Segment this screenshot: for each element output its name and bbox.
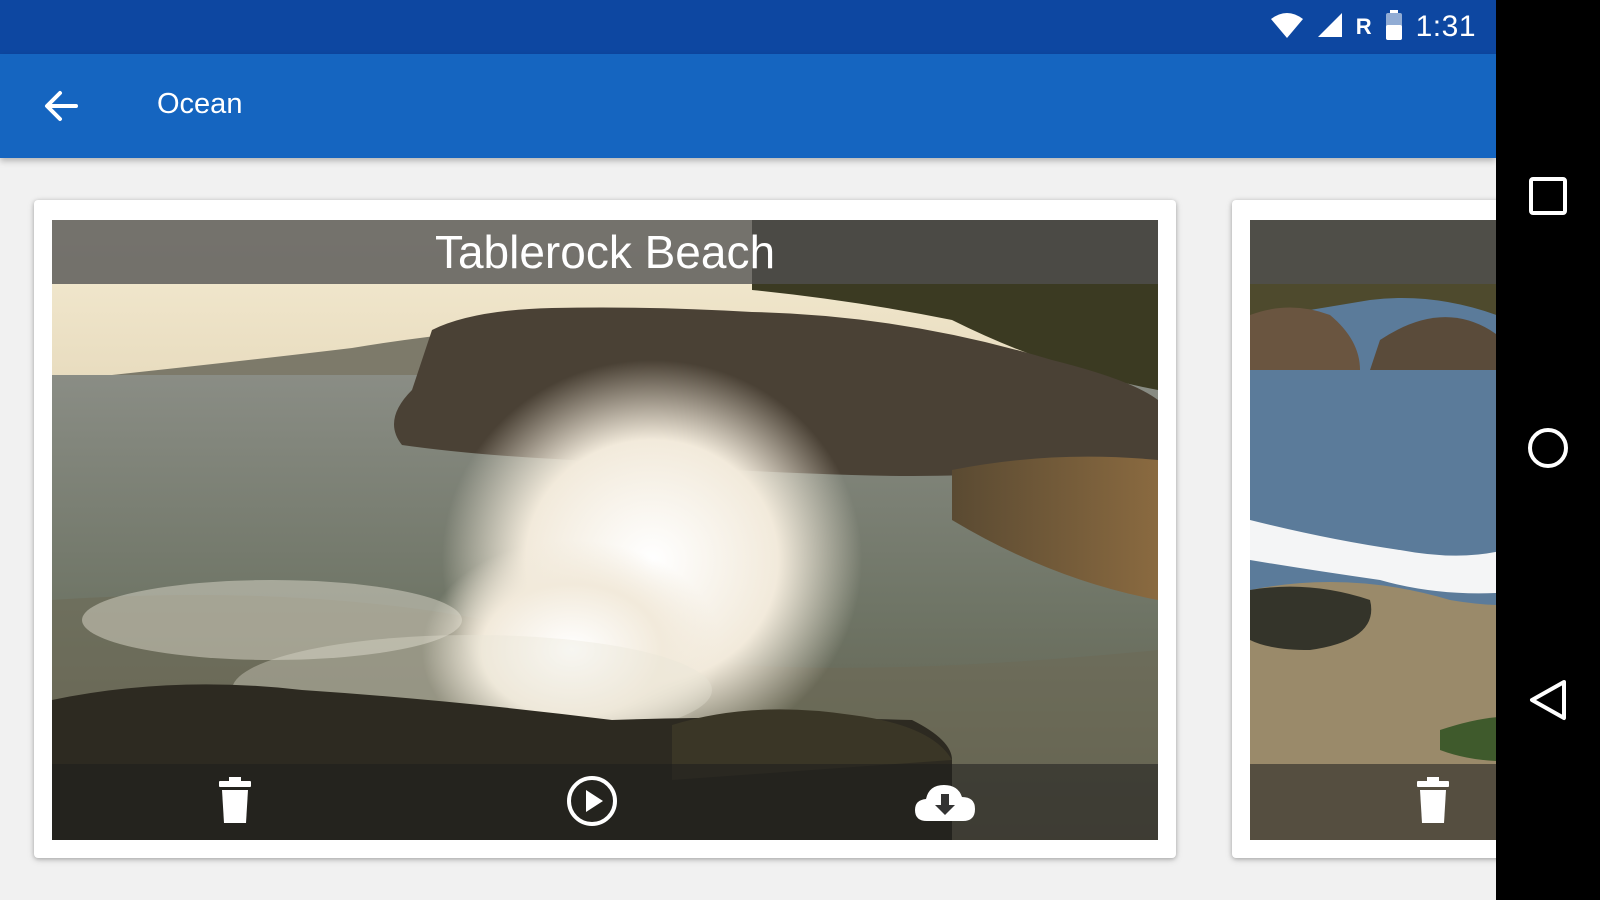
battery-icon — [1384, 9, 1404, 46]
video-card[interactable]: Tablerock Beach — [34, 200, 1176, 858]
download-button[interactable] — [915, 776, 975, 830]
video-title-next — [1250, 220, 1496, 284]
coast-image — [1250, 220, 1496, 840]
download-icon — [913, 779, 977, 828]
card-action-bar — [52, 764, 1158, 840]
back-triangle-icon — [1526, 678, 1570, 727]
arrow-back-icon — [40, 86, 80, 131]
delete-button[interactable] — [208, 776, 262, 830]
card-action-bar-next — [1250, 764, 1496, 840]
system-back-button[interactable] — [1518, 672, 1578, 732]
back-button[interactable] — [36, 84, 84, 132]
video-card-next[interactable] — [1232, 200, 1496, 858]
play-icon — [566, 775, 618, 832]
app-screen: R 1:31 Ocean Tablerock Beach — [0, 0, 1496, 900]
wifi-icon — [1270, 11, 1304, 44]
play-button[interactable] — [565, 775, 619, 832]
status-icons: R 1:31 — [1270, 0, 1476, 54]
video-thumbnail-next[interactable] — [1250, 220, 1496, 840]
page-title: Ocean — [157, 88, 243, 120]
video-title: Tablerock Beach — [52, 220, 1158, 284]
delete-button-next[interactable] — [1406, 776, 1460, 830]
status-bar: R 1:31 — [0, 0, 1496, 54]
cell-signal-icon — [1316, 11, 1344, 44]
app-bar: Ocean — [0, 54, 1496, 158]
recents-button[interactable] — [1518, 168, 1578, 228]
system-nav-bar — [1496, 0, 1600, 900]
recents-icon — [1528, 176, 1568, 221]
delete-icon — [215, 776, 255, 830]
delete-icon — [1413, 776, 1453, 830]
home-button[interactable] — [1518, 420, 1578, 480]
video-thumbnail[interactable]: Tablerock Beach — [52, 220, 1158, 840]
beach-image — [52, 220, 1158, 840]
home-icon — [1526, 426, 1570, 475]
status-time: 1:31 — [1415, 10, 1476, 43]
roaming-indicator: R — [1355, 14, 1372, 39]
